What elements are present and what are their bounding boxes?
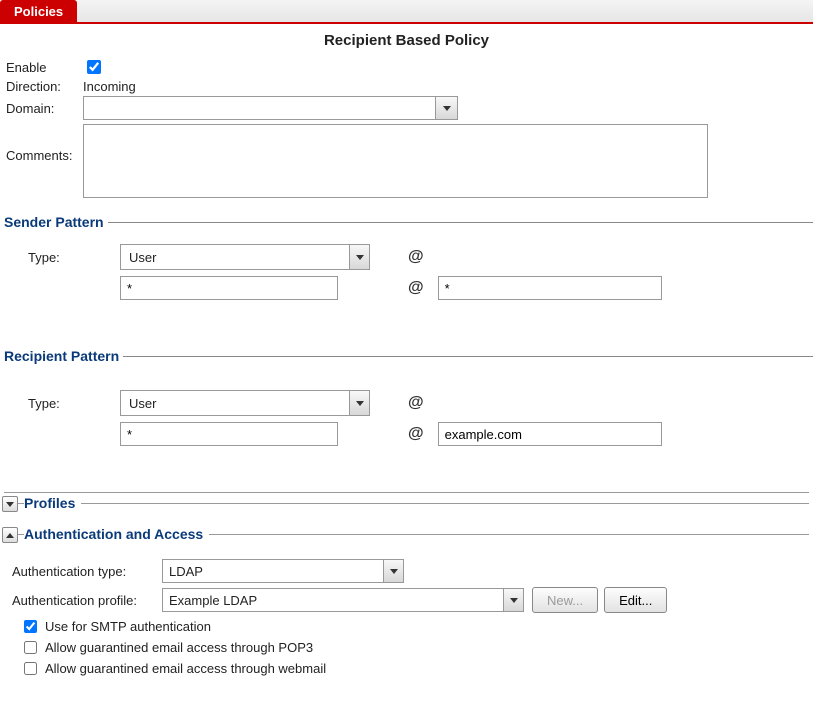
sender-pattern-legend: Sender Pattern bbox=[0, 214, 108, 230]
edit-button[interactable]: Edit... bbox=[604, 587, 667, 613]
smtp-auth-label: Use for SMTP authentication bbox=[45, 619, 211, 634]
chevron-down-icon[interactable] bbox=[349, 391, 369, 415]
at-sign: @ bbox=[394, 425, 438, 443]
enable-checkbox[interactable] bbox=[87, 60, 101, 74]
recipient-local-input[interactable] bbox=[120, 422, 338, 446]
auth-type-value: LDAP bbox=[169, 564, 203, 579]
recipient-pattern-fieldset: Recipient Pattern Type: User @ @ bbox=[0, 348, 813, 476]
at-sign: @ bbox=[394, 394, 438, 412]
domain-select[interactable] bbox=[83, 96, 458, 120]
auth-toggle[interactable] bbox=[2, 527, 18, 543]
page-title: Recipient Based Policy bbox=[0, 24, 813, 53]
recipient-type-label: Type: bbox=[0, 396, 120, 411]
sender-domain-input[interactable] bbox=[438, 276, 662, 300]
chevron-down-icon[interactable] bbox=[435, 97, 457, 119]
auth-type-label: Authentication type: bbox=[12, 564, 162, 579]
auth-profile-select[interactable]: Example LDAP bbox=[162, 588, 524, 612]
tab-policies[interactable]: Policies bbox=[0, 0, 77, 22]
chevron-up-icon bbox=[6, 533, 14, 538]
profiles-section-header: Profiles bbox=[4, 503, 809, 512]
auth-type-select[interactable]: LDAP bbox=[162, 559, 404, 583]
sender-type-select[interactable]: User bbox=[120, 244, 370, 270]
auth-profile-label: Authentication profile: bbox=[12, 593, 162, 608]
sender-local-input[interactable] bbox=[120, 276, 338, 300]
sender-type-value: User bbox=[129, 250, 156, 265]
sender-type-label: Type: bbox=[0, 250, 120, 265]
webmail-access-label: Allow guarantined email access through w… bbox=[45, 661, 326, 676]
recipient-pattern-legend: Recipient Pattern bbox=[0, 348, 123, 364]
chevron-down-icon bbox=[6, 502, 14, 507]
auth-profile-value: Example LDAP bbox=[169, 593, 257, 608]
chevron-down-icon[interactable] bbox=[503, 589, 523, 611]
comments-label: Comments: bbox=[6, 122, 83, 163]
divider bbox=[4, 492, 809, 493]
profiles-toggle[interactable] bbox=[2, 496, 18, 512]
domain-label: Domain: bbox=[6, 101, 83, 116]
auth-section-header: Authentication and Access bbox=[4, 534, 809, 543]
recipient-type-value: User bbox=[129, 396, 156, 411]
new-button[interactable]: New... bbox=[532, 587, 598, 613]
recipient-domain-input[interactable] bbox=[438, 422, 662, 446]
direction-label: Direction: bbox=[6, 79, 83, 94]
sender-pattern-fieldset: Sender Pattern Type: User @ @ bbox=[0, 214, 813, 330]
auth-title: Authentication and Access bbox=[24, 526, 209, 542]
smtp-auth-checkbox[interactable] bbox=[24, 620, 37, 633]
tab-bar: Policies bbox=[0, 0, 813, 24]
chevron-down-icon[interactable] bbox=[383, 560, 403, 582]
pop3-access-label: Allow guarantined email access through P… bbox=[45, 640, 313, 655]
profiles-title: Profiles bbox=[24, 495, 81, 511]
comments-textarea[interactable] bbox=[83, 124, 708, 198]
recipient-type-select[interactable]: User bbox=[120, 390, 370, 416]
at-sign: @ bbox=[394, 279, 438, 297]
pop3-access-checkbox[interactable] bbox=[24, 641, 37, 654]
at-sign: @ bbox=[394, 248, 438, 266]
webmail-access-checkbox[interactable] bbox=[24, 662, 37, 675]
enable-label: Enable bbox=[6, 60, 83, 75]
chevron-down-icon[interactable] bbox=[349, 245, 369, 269]
direction-value: Incoming bbox=[83, 79, 136, 94]
auth-area: Authentication type: LDAP Authentication… bbox=[0, 543, 813, 684]
